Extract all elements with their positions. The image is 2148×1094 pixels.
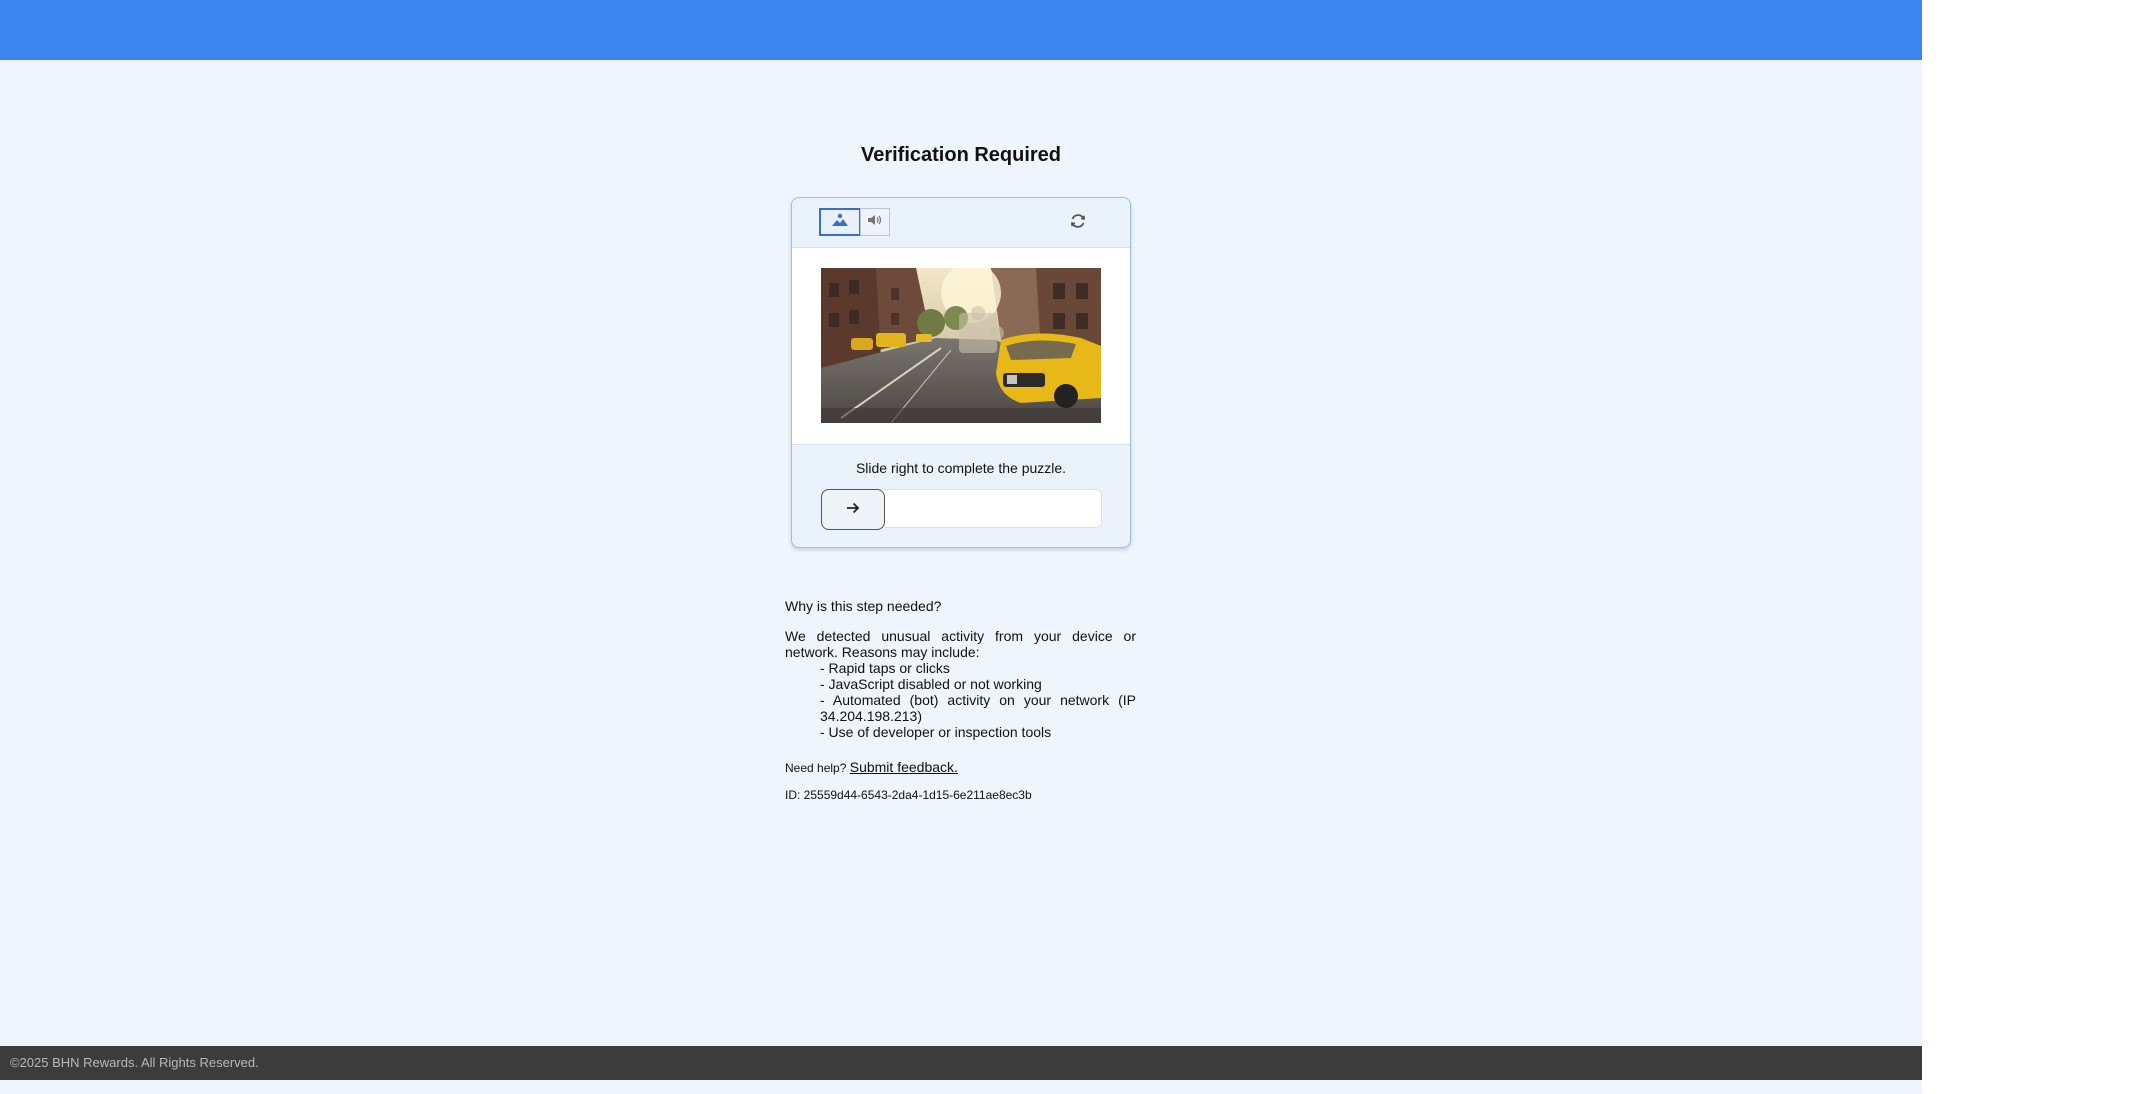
submit-feedback-link[interactable]: Submit feedback.	[850, 759, 958, 775]
help-prefix: Need help?	[785, 761, 847, 775]
audio-icon	[867, 213, 883, 232]
page-title: Verification Required	[860, 144, 1062, 166]
arrow-right-icon	[846, 501, 860, 519]
puzzle-image	[821, 268, 1101, 423]
slider-track[interactable]	[821, 489, 1102, 530]
top-bar	[0, 0, 1922, 60]
captcha-image-area	[792, 248, 1130, 445]
captcha-widget: Slide right to complete the puzzle.	[791, 197, 1131, 548]
captcha-instruction: Slide right to complete the puzzle.	[855, 460, 1067, 476]
info-section: Why is this step needed? We detected unu…	[785, 598, 1136, 740]
reason-item: - JavaScript disabled or not working	[820, 676, 1042, 692]
footer: ©2025 BHN Rewards. All Rights Reserved.	[0, 1046, 1922, 1080]
image-icon	[831, 213, 849, 232]
reasons-list: - Rapid taps or clicks - JavaScript disa…	[785, 660, 1136, 740]
reason-item: - Automated (bot) activity on your netwo…	[820, 692, 1136, 724]
captcha-header	[792, 198, 1130, 248]
refresh-icon	[1069, 212, 1087, 235]
help-line: Need help? Submit feedback.	[785, 759, 958, 775]
page-background: Verification Required Slide right to com…	[0, 0, 1922, 1094]
slider-handle[interactable]	[821, 489, 885, 530]
refresh-button[interactable]	[1067, 212, 1089, 234]
image-mode-button[interactable]	[819, 208, 861, 236]
reason-item: - Use of developer or inspection tools	[820, 724, 1052, 740]
audio-mode-button[interactable]	[860, 208, 890, 236]
info-paragraph: We detected unusual activity from your d…	[785, 628, 1136, 660]
footer-copyright: ©2025 BHN Rewards. All Rights Reserved.	[10, 1055, 259, 1070]
reason-item: - Rapid taps or clicks	[820, 660, 950, 676]
info-question: Why is this step needed?	[785, 598, 942, 614]
request-id: ID: 25559d44-6543-2da4-1d15-6e211ae8ec3b	[785, 788, 1032, 802]
